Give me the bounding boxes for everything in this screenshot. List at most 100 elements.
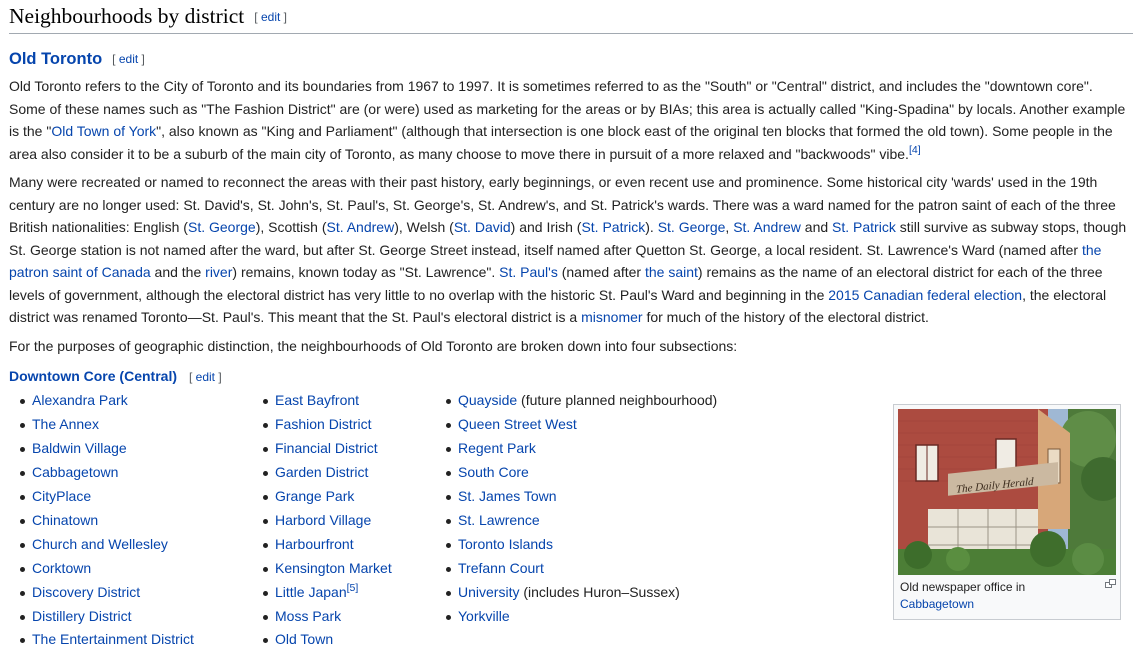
inline-link[interactable]: St. George [658,219,726,235]
neighbourhood-link[interactable]: Yorkville [458,608,510,624]
citation: [4] [909,144,921,156]
list-item: Harbord Village [252,509,392,533]
text-run: for much of the history of the electoral… [642,309,929,326]
neighbourhood-link[interactable]: Little Japan [275,584,347,600]
neighbourhood-link[interactable]: Fashion District [275,416,371,432]
neighbourhood-link[interactable]: Trefann Court [458,560,544,576]
neighbourhood-link[interactable]: Kensington Market [275,560,392,576]
text-run: ), Welsh ( [394,219,454,236]
neighbourhood-link[interactable]: Financial District [275,440,378,456]
inline-link[interactable]: river [205,264,232,280]
list-item: Garden District [252,461,392,485]
list-item: Financial District [252,437,392,461]
caption-link-cabbagetown[interactable]: Cabbagetown [900,597,974,611]
neighbourhood-link[interactable]: CityPlace [32,488,91,504]
section-edit: [ edit ] [254,10,287,24]
neighbourhood-link[interactable]: St. Lawrence [458,512,540,528]
neighbourhood-link[interactable]: The Annex [32,416,99,432]
neighbourhood-link[interactable]: Church and Wellesley [32,536,168,552]
list-item: Discovery District [9,581,194,605]
text-run: ). [645,219,658,236]
list-item: Harbourfront [252,533,392,557]
text-run: and [800,219,833,236]
inline-link[interactable]: St. Patrick [581,219,645,235]
section-edit-link[interactable]: edit [261,10,280,24]
neighbourhood-link[interactable]: University [458,584,519,600]
inline-link[interactable]: misnomer [581,309,642,325]
list-item: CityPlace [9,485,194,509]
neighbourhood-list-col3: Quayside (future planned neighbourhood) Q… [435,389,717,628]
neighbourhood-link[interactable]: Grange Park [275,488,354,504]
inline-link[interactable]: St. George [188,219,256,235]
neighbourhood-link[interactable]: Chinatown [32,512,98,528]
list-item: University (includes Huron–Sussex) [435,581,717,605]
neighbourhood-link[interactable]: Garden District [275,464,368,480]
thumbnail: The Daily Herald Old newspaper office in… [893,404,1121,620]
subsection-edit: [ edit ] [112,51,145,66]
neighbourhood-link[interactable]: Baldwin Village [32,440,127,456]
neighbourhood-link[interactable]: Harbord Village [275,512,371,528]
inline-link[interactable]: St. Patrick [832,219,896,235]
paragraph-intro: Old Toronto refers to the City of Toront… [9,75,1133,165]
neighbourhood-link[interactable]: Moss Park [275,608,341,624]
list-item: Yorkville [435,605,717,629]
inline-link[interactable]: St. Paul's [499,264,558,280]
neighbourhood-link[interactable]: Alexandra Park [32,392,128,408]
thumbnail-caption: Old newspaper office in Cabbagetown [900,579,1112,613]
subsection-edit-link[interactable]: edit [119,52,138,66]
neighbourhood-list-col1: Alexandra Park The Annex Baldwin Village Ca… [9,389,194,652]
list-item: Little Japan[5] [252,581,392,605]
list-item: Moss Park [252,605,392,629]
neighbourhood-link[interactable]: Cabbagetown [32,464,118,480]
paragraph-subsections: For the purposes of geographic distincti… [9,335,1133,358]
text-run: (named after [557,264,645,281]
text-run: ", also known as "King and Parliament" (… [9,123,1113,162]
list-item: Old Town [252,628,392,652]
neighbourhood-link[interactable]: St. James Town [458,488,557,504]
citation: [5] [347,582,359,594]
list-item: The Entertainment District [9,628,194,652]
inline-link[interactable]: 2015 Canadian federal election [828,287,1022,303]
neighbourhood-link[interactable]: Old Town [275,631,333,647]
list-item: St. Lawrence [435,509,717,533]
list-item: Quayside (future planned neighbourhood) [435,389,717,413]
neighbourhood-link[interactable]: Queen Street West [458,416,577,432]
list-item: St. James Town [435,485,717,509]
inline-link[interactable]: the saint [645,264,698,280]
citation-link[interactable]: [4] [909,144,921,156]
neighbourhood-link[interactable]: Distillery District [32,608,132,624]
inline-link[interactable]: St. Andrew [733,219,801,235]
paragraph-wards: Many were recreated or named to reconnec… [9,171,1133,329]
text-run: For the purposes of geographic distincti… [9,337,738,354]
neighbourhood-link[interactable]: Toronto Islands [458,536,553,552]
list-item: Distillery District [9,605,194,629]
text-run: ) remains, known today as "St. Lawrence"… [232,264,500,281]
caption-text: Old newspaper office in [900,580,1026,594]
neighbourhood-link[interactable]: Quayside [458,392,517,408]
inline-link[interactable]: St. Andrew [326,219,394,235]
list-item: Chinatown [9,509,194,533]
neighbourhood-link[interactable]: South Core [458,464,529,480]
list-item: South Core [435,461,717,485]
list-item: Trefann Court [435,557,717,581]
list-item: Cabbagetown [9,461,194,485]
neighbourhood-link[interactable]: The Entertainment District [32,631,194,647]
subsection-title: Old Toronto [9,49,103,68]
citation-link[interactable]: [5] [347,582,359,594]
thumbnail-image[interactable]: The Daily Herald [898,409,1116,575]
neighbourhood-link[interactable]: Discovery District [32,584,140,600]
inline-link[interactable]: St. David [454,219,511,235]
neighbourhood-link[interactable]: Corktown [32,560,91,576]
neighbourhood-link[interactable]: Harbourfront [275,536,354,552]
section-title: Neighbourhoods by district [9,4,245,28]
text-run: and the [150,264,206,281]
section-heading: Neighbourhoods by district [ edit ] [9,3,1133,34]
subsubsection-edit-link[interactable]: edit [196,370,215,384]
list-item: Queen Street West [435,413,717,437]
neighbourhood-link[interactable]: East Bayfront [275,392,359,408]
list-item: Church and Wellesley [9,533,194,557]
subsubsection-edit: [ edit ] [189,370,222,385]
neighbourhood-link[interactable]: Regent Park [458,440,536,456]
list-item: Regent Park [435,437,717,461]
inline-link[interactable]: Old Town of York [51,123,156,139]
